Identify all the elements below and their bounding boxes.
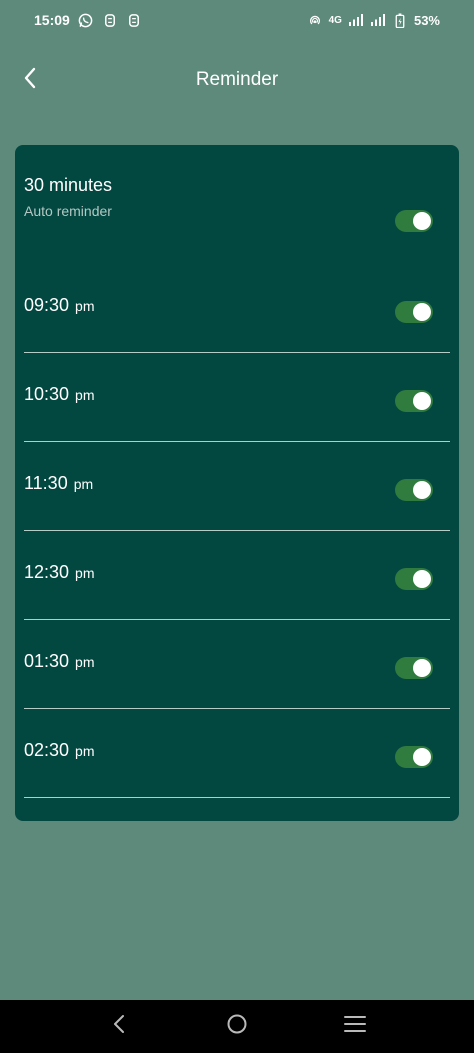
reminder-row[interactable]: 09:30 pm: [24, 265, 450, 353]
battery-charging-icon: [392, 12, 408, 28]
reminder-period: pm: [75, 387, 95, 403]
reminder-row[interactable]: 01:30 pm: [24, 621, 450, 709]
reminder-toggle[interactable]: [395, 657, 433, 679]
status-right: 4G 53%: [307, 12, 440, 28]
status-time: 15:09: [34, 12, 70, 28]
nav-home-button[interactable]: [217, 1007, 257, 1047]
status-left: 15:09: [34, 12, 142, 28]
nav-menu-button[interactable]: [335, 1007, 375, 1047]
reminder-row[interactable]: 02:30 pm: [24, 710, 450, 798]
app-notification-icon: [126, 12, 142, 28]
reminder-toggle[interactable]: [395, 479, 433, 501]
toggle-knob: [413, 570, 431, 588]
reminder-card: 30 minutes Auto reminder 09:30 pm 10:30 pm…: [15, 145, 459, 821]
reminder-row[interactable]: 10:30 pm: [24, 354, 450, 442]
auto-reminder-title: 30 minutes: [24, 175, 113, 195]
reminder-period: pm: [75, 565, 95, 581]
reminder-time-value: 09:30: [24, 295, 70, 315]
nav-home-icon: [226, 1013, 248, 1040]
reminder-time: 10:30 pm: [24, 384, 95, 405]
reminder-time: 02:30 pm: [24, 740, 95, 761]
toggle-knob: [413, 748, 431, 766]
reminder-toggle[interactable]: [395, 746, 433, 768]
toggle-knob: [413, 212, 431, 230]
reminder-time: 11:30 pm: [24, 473, 93, 494]
nav-back-button[interactable]: [99, 1007, 139, 1047]
system-nav-bar: [0, 1000, 474, 1053]
toggle-knob: [413, 303, 431, 321]
reminder-time-value: 11:30: [24, 473, 68, 493]
auto-reminder-subtitle: Auto reminder: [24, 203, 112, 219]
whatsapp-icon: [78, 12, 94, 28]
reminder-row[interactable]: 11:30 pm: [24, 443, 450, 531]
battery-level: 53%: [413, 12, 440, 28]
signal-icon: [370, 12, 386, 28]
reminder-time-value: 12:30: [24, 562, 70, 582]
reminder-period: pm: [75, 743, 95, 759]
chevron-left-icon: [22, 66, 38, 95]
reminder-time-value: 02:30: [24, 740, 70, 760]
auto-reminder-toggle[interactable]: [395, 210, 433, 232]
back-button[interactable]: [14, 64, 46, 96]
reminder-time: 09:30 pm: [24, 295, 95, 316]
reminder-toggle[interactable]: [395, 301, 433, 323]
nav-back-icon: [112, 1014, 126, 1039]
toggle-knob: [413, 481, 431, 499]
reminder-period: pm: [75, 654, 95, 670]
signal-icon: [348, 12, 364, 28]
reminder-toggle[interactable]: [395, 568, 433, 590]
app-notification-icon: [102, 12, 118, 28]
reminder-period: pm: [75, 298, 95, 314]
reminder-time: 01:30 pm: [24, 651, 95, 672]
reminder-toggle[interactable]: [395, 390, 433, 412]
toggle-knob: [413, 392, 431, 410]
network-type: 4G: [328, 14, 342, 26]
page-title: Reminder: [195, 69, 279, 90]
auto-reminder-row: 30 minutes Auto reminder: [24, 175, 433, 232]
hotspot-icon: [307, 12, 323, 28]
nav-menu-icon: [344, 1015, 366, 1038]
app-header: Reminder: [0, 58, 474, 102]
toggle-knob: [413, 659, 431, 677]
reminder-time-list: 09:30 pm 10:30 pm 11:30 pm 12:30 pm 01:30 pm …: [24, 265, 450, 798]
reminder-period: pm: [73, 476, 94, 492]
reminder-time: 12:30 pm: [24, 562, 95, 583]
reminder-time-value: 10:30: [24, 384, 70, 404]
reminder-row[interactable]: 12:30 pm: [24, 532, 450, 620]
status-bar: 15:09 4G 53%: [0, 0, 474, 40]
reminder-time-value: 01:30: [24, 651, 70, 671]
